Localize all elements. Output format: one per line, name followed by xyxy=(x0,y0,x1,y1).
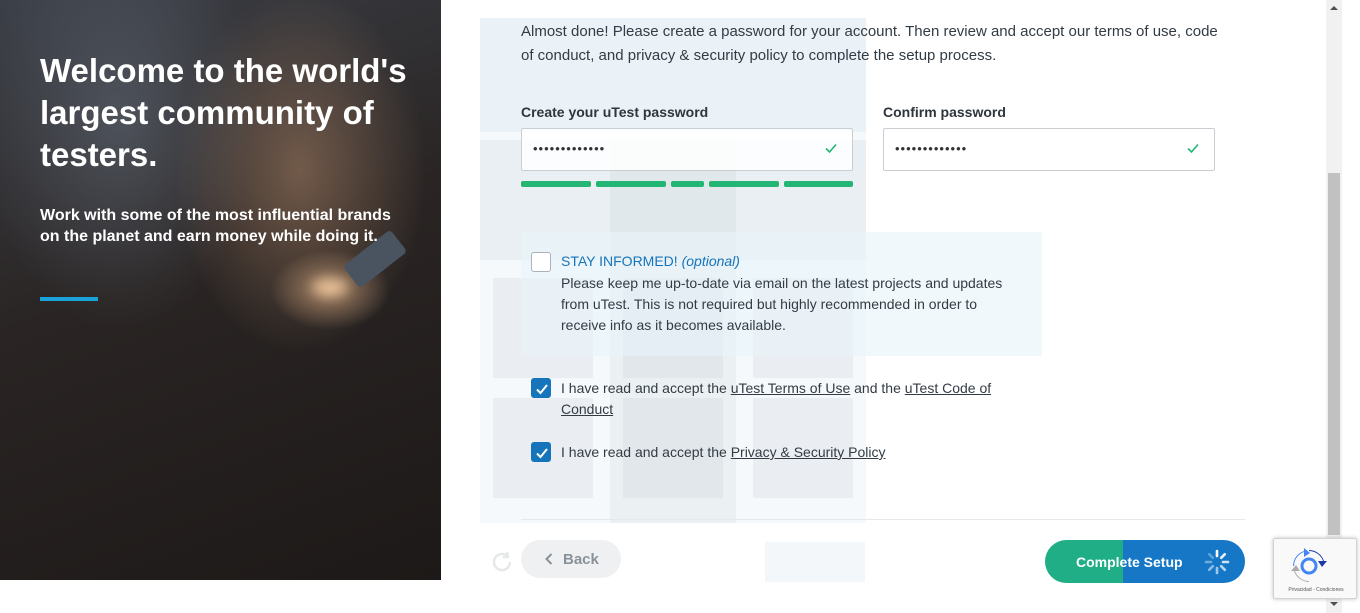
strength-segment xyxy=(596,181,666,187)
hero-panel: Welcome to the world's largest community… xyxy=(0,0,441,580)
password-strength-meter xyxy=(521,181,853,187)
recaptcha-badge[interactable]: Privacidad - Condiciones xyxy=(1273,538,1357,599)
terms-of-use-link[interactable]: uTest Terms of Use xyxy=(731,380,851,396)
confirm-password-input[interactable]: ••••••••••••• xyxy=(883,128,1215,171)
recaptcha-footer[interactable]: Privacidad - Condiciones xyxy=(1274,587,1358,593)
stay-informed-text: Please keep me up-to-date via email on t… xyxy=(561,275,1003,333)
complete-setup-button[interactable]: Complete Setup xyxy=(1045,540,1245,583)
stay-informed-heading: STAY INFORMED! xyxy=(561,253,678,269)
check-icon xyxy=(536,384,548,395)
phone-glow xyxy=(312,278,348,296)
confirm-password-label: Confirm password xyxy=(883,104,1006,120)
privacy-prefix: I have read and accept the xyxy=(561,444,727,460)
password-label: Create your uTest password xyxy=(521,104,709,120)
stay-informed-checkbox[interactable] xyxy=(531,252,551,272)
strength-segment xyxy=(521,181,591,187)
optional-label: (optional) xyxy=(681,253,740,269)
spinner-icon xyxy=(1204,549,1230,575)
check-icon xyxy=(536,448,548,459)
terms-and: and the xyxy=(854,380,901,396)
arrow-up-icon[interactable] xyxy=(1328,2,1340,14)
strength-segment xyxy=(784,181,853,187)
refresh-icon xyxy=(492,551,512,572)
ghost-button xyxy=(765,542,865,582)
back-button-label: Back xyxy=(563,550,599,568)
hero-title: Welcome to the world's largest community… xyxy=(40,52,407,173)
terms-prefix: I have read and accept the xyxy=(561,380,727,396)
check-icon xyxy=(1187,143,1199,154)
hero-subtitle: Work with some of the most influential b… xyxy=(40,207,391,245)
password-value: ••••••••••••• xyxy=(533,141,606,156)
stay-informed-title: STAY INFORMED! (optional) xyxy=(561,253,740,269)
check-icon xyxy=(825,143,837,154)
confirm-password-value: ••••••••••••• xyxy=(895,141,968,156)
scrollbar-thumb[interactable] xyxy=(1328,173,1340,535)
privacy-checkbox[interactable] xyxy=(531,442,551,462)
strength-segment xyxy=(709,181,779,187)
terms-text: I have read and accept the uTest Terms o… xyxy=(561,378,1021,420)
terms-checkbox[interactable] xyxy=(531,378,551,398)
complete-setup-label: Complete Setup xyxy=(1076,554,1183,570)
intro-text: Almost done! Please create a password fo… xyxy=(521,23,1218,64)
recaptcha-icon xyxy=(1291,548,1327,582)
password-input[interactable]: ••••••••••••• xyxy=(521,128,853,171)
accent-bar xyxy=(40,297,98,301)
privacy-policy-link[interactable]: Privacy & Security Policy xyxy=(731,444,886,460)
back-button[interactable]: Back xyxy=(521,540,621,578)
arrow-down-icon[interactable] xyxy=(1328,598,1340,610)
privacy-text: I have read and accept the Privacy & Sec… xyxy=(561,442,1021,463)
chevron-left-icon xyxy=(545,553,553,565)
strength-segment xyxy=(671,181,704,187)
footer-divider xyxy=(521,519,1245,520)
